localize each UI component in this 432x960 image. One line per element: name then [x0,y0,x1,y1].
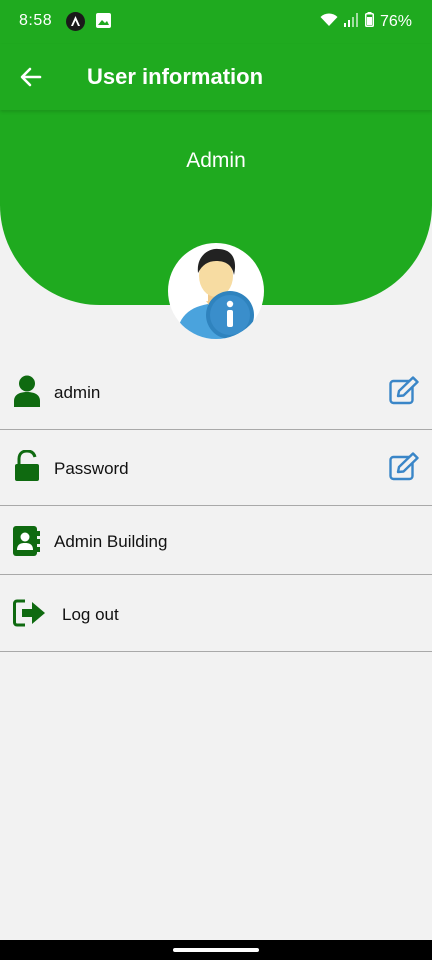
arrow-left-icon [20,67,42,87]
status-bar: 8:58 76% [0,0,432,44]
back-button[interactable] [18,64,44,90]
home-gesture-handle[interactable] [173,948,259,952]
wifi-icon [320,12,338,32]
logout-label: Log out [62,605,119,624]
page-title: User information [87,64,264,89]
building-label: Admin Building [54,532,168,551]
username-label: admin [54,383,101,402]
status-time: 8:58 [19,12,53,29]
contact-book-icon [13,526,41,561]
logout-icon [13,599,47,632]
status-indicators: 76% [320,12,412,32]
app-notification-icon [66,12,85,31]
list-item-password: Password [0,430,432,506]
password-label: Password [54,459,129,478]
logout-button[interactable]: Log out [0,575,432,652]
list-item-username: admin [0,355,432,430]
person-icon [13,375,41,412]
system-navigation-bar [0,940,432,960]
user-info-avatar-icon [176,248,256,339]
edit-icon [389,376,419,405]
edit-password-button[interactable] [389,452,420,481]
app-bar: User information [0,44,432,110]
image-notification-icon [96,13,111,28]
unlock-icon [14,449,40,487]
avatar [168,243,264,339]
list-item-building: Admin Building [0,506,432,575]
profile-name: Admin [186,149,246,172]
edit-icon [389,452,419,481]
battery-percent: 76% [379,13,412,30]
edit-username-button[interactable] [389,376,420,405]
signal-icon [343,12,359,32]
battery-icon [364,12,374,32]
